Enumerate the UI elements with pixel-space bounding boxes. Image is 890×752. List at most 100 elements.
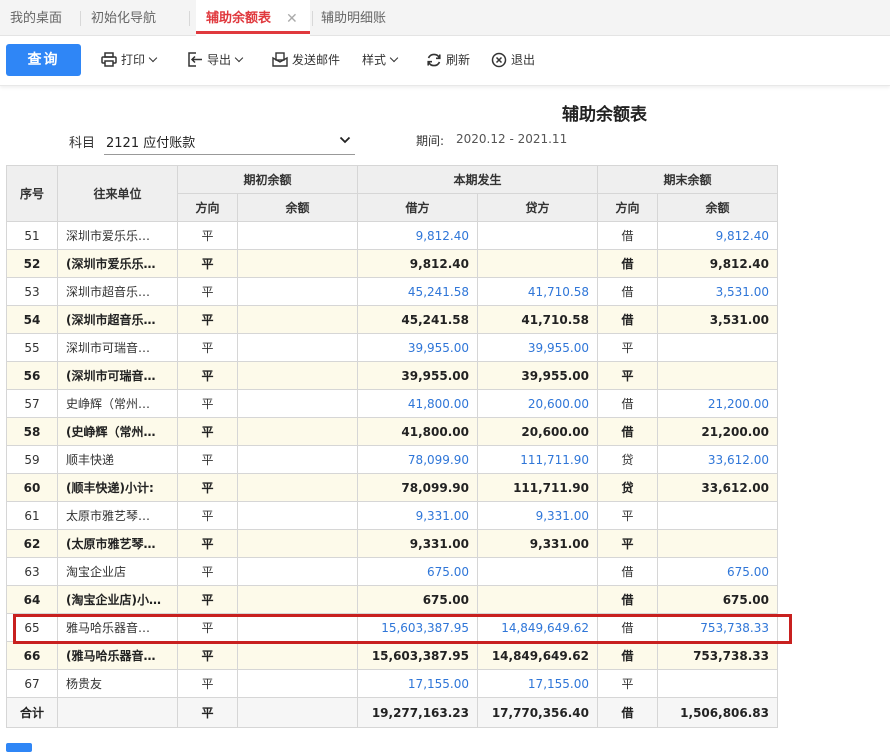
cell-opening-direction: 平 xyxy=(177,389,238,418)
cell-closing-direction: 贷 xyxy=(597,445,658,474)
header-closing-balance: 余额 xyxy=(657,193,778,222)
print-button[interactable]: 打印 xyxy=(101,36,158,86)
cell-opening-balance xyxy=(237,445,358,474)
header-seq: 序号 xyxy=(6,165,58,222)
subtotal-row[interactable]: 62 (太原市雅艺琴… 平 9,331.00 9,331.00 平 xyxy=(6,529,778,558)
cell-credit: 14,849,649.62 xyxy=(477,613,598,642)
subject-value: 2121 应付账款 xyxy=(106,136,196,151)
table-row[interactable]: 55 深圳市可瑞音… 平 39,955.00 39,955.00 平 xyxy=(6,333,778,362)
table-row[interactable]: 53 深圳市超音乐… 平 45,241.58 41,710.58 借 3,531.00 xyxy=(6,277,778,306)
cell-debit: 675.00 xyxy=(357,557,478,586)
balance-table: 序号 往来单位 期初余额 本期发生 期末余额 方向 余额 借方 贷方 方向 余额… xyxy=(6,165,778,728)
cell-unit: 顺丰快递 xyxy=(57,445,178,474)
cell-opening-direction: 平 xyxy=(177,249,238,278)
table-row[interactable]: 51 深圳市爱乐乐… 平 9,812.40 借 9,812.40 xyxy=(6,221,778,250)
header-unit: 往来单位 xyxy=(57,165,178,222)
cell-credit: 9,331.00 xyxy=(477,529,598,558)
cell-opening-balance xyxy=(237,249,358,278)
email-label: 发送邮件 xyxy=(292,53,341,67)
cell-unit: 雅马哈乐器音… xyxy=(57,613,178,642)
subject-label: 科目 xyxy=(69,136,96,151)
cell-opening-balance xyxy=(237,305,358,334)
cell-opening-direction: 平 xyxy=(177,669,238,698)
cell-opening-direction: 平 xyxy=(177,613,238,642)
cell-debit: 78,099.90 xyxy=(357,473,478,502)
cell-credit: 14,849,649.62 xyxy=(477,641,598,670)
cell-opening-balance xyxy=(237,389,358,418)
tab-aux-ledger[interactable]: 辅助明细账 xyxy=(321,0,386,35)
cell-debit: 41,800.00 xyxy=(357,389,478,418)
print-label: 打印 xyxy=(121,53,146,67)
cell-seq: 53 xyxy=(6,277,58,306)
close-icon[interactable]: ✕ xyxy=(286,0,298,38)
subtotal-row[interactable]: 64 (淘宝企业店)小… 平 675.00 借 675.00 xyxy=(6,585,778,614)
tab-aux-balance[interactable]: 辅助余额表 ✕ xyxy=(196,0,310,36)
subtotal-row[interactable]: 56 (深圳市可瑞音… 平 39,955.00 39,955.00 平 xyxy=(6,361,778,390)
cell-closing-direction: 借 xyxy=(597,417,658,446)
subject-select[interactable]: 2121 应付账款 xyxy=(104,128,355,155)
chevron-down-icon xyxy=(339,136,351,144)
send-email-button[interactable]: 发送邮件 xyxy=(272,36,340,86)
cell-closing-direction: 平 xyxy=(597,361,658,390)
table-row[interactable]: 61 太原市雅艺琴… 平 9,331.00 9,331.00 平 xyxy=(6,501,778,530)
table-body: 51 深圳市爱乐乐… 平 9,812.40 借 9,812.40 52 (深圳市爱乐乐… 平 9,… xyxy=(6,221,778,698)
cell-opening-balance xyxy=(237,613,358,642)
total-closing-balance: 1,506,806.83 xyxy=(657,697,778,728)
header-debit: 借方 xyxy=(357,193,478,222)
cell-closing-direction: 借 xyxy=(597,613,658,642)
cell-closing-balance: 3,531.00 xyxy=(657,277,778,306)
table-row[interactable]: 65 雅马哈乐器音… 平 15,603,387.95 14,849,649.62 借 753… xyxy=(6,613,778,642)
cell-opening-direction: 平 xyxy=(177,305,238,334)
subtotal-row[interactable]: 66 (雅马哈乐器音… 平 15,603,387.95 14,849,649.62 借 75… xyxy=(6,641,778,670)
cell-closing-direction: 平 xyxy=(597,501,658,530)
cell-debit: 17,155.00 xyxy=(357,669,478,698)
tab-init-guide[interactable]: 初始化导航 xyxy=(91,0,156,35)
cell-opening-balance xyxy=(237,501,358,530)
cell-unit: 太原市雅艺琴… xyxy=(57,501,178,530)
cell-closing-balance xyxy=(657,529,778,558)
cell-unit: (太原市雅艺琴… xyxy=(57,529,178,558)
cell-seq: 59 xyxy=(6,445,58,474)
cell-debit: 39,955.00 xyxy=(357,361,478,390)
subtotal-row[interactable]: 58 (史峥辉（常州… 平 41,800.00 20,600.00 借 21,200.00 xyxy=(6,417,778,446)
cell-credit: 20,600.00 xyxy=(477,389,598,418)
cell-closing-direction: 借 xyxy=(597,305,658,334)
table-row[interactable]: 59 顺丰快递平 78,099.90 111,711.90 贷 33,612.00 xyxy=(6,445,778,474)
cell-debit: 39,955.00 xyxy=(357,333,478,362)
cell-closing-balance: 753,738.33 xyxy=(657,613,778,642)
cell-unit: 史峥辉（常州… xyxy=(57,389,178,418)
cell-seq: 62 xyxy=(6,529,58,558)
exit-button[interactable]: 退出 xyxy=(491,36,535,86)
cell-opening-balance xyxy=(237,585,358,614)
subtotal-row[interactable]: 52 (深圳市爱乐乐… 平 9,812.40 借 9,812.40 xyxy=(6,249,778,278)
cell-seq: 60 xyxy=(6,473,58,502)
cell-unit: (雅马哈乐器音… xyxy=(57,641,178,670)
cell-opening-balance xyxy=(237,529,358,558)
refresh-button[interactable]: 刷新 xyxy=(426,36,470,86)
cell-credit: 20,600.00 xyxy=(477,417,598,446)
subtotal-row[interactable]: 54 (深圳市超音乐… 平 45,241.58 41,710.58 借 3,531.00 xyxy=(6,305,778,334)
tab-separator xyxy=(189,11,190,26)
cell-debit: 78,099.90 xyxy=(357,445,478,474)
cell-credit: 39,955.00 xyxy=(477,361,598,390)
query-button[interactable]: 查询 xyxy=(6,44,81,76)
table-row[interactable]: 57 史峥辉（常州… 平 41,800.00 20,600.00 借 21,200.00 xyxy=(6,389,778,418)
cell-debit: 41,800.00 xyxy=(357,417,478,446)
tab-my-desktop[interactable]: 我的桌面 xyxy=(10,0,62,35)
header-credit: 贷方 xyxy=(477,193,598,222)
style-button[interactable]: 样式 xyxy=(362,36,399,86)
export-button[interactable]: 导出 xyxy=(187,36,244,86)
cell-debit: 675.00 xyxy=(357,585,478,614)
cell-unit: 深圳市超音乐… xyxy=(57,277,178,306)
cell-unit: (淘宝企业店)小… xyxy=(57,585,178,614)
email-icon xyxy=(272,52,288,67)
cell-debit: 45,241.58 xyxy=(357,277,478,306)
cell-opening-direction: 平 xyxy=(177,333,238,362)
cell-opening-balance xyxy=(237,417,358,446)
table-row[interactable]: 67 杨贵友平 17,155.00 17,155.00 平 xyxy=(6,669,778,698)
bottom-button[interactable] xyxy=(6,743,32,752)
subtotal-row[interactable]: 60 (顺丰快递)小计: 平 78,099.90 111,711.90 贷 33,612.0… xyxy=(6,473,778,502)
toolbar: 查询 打印 导出 发送邮件 样式 刷新 退出 xyxy=(0,36,890,86)
table-row[interactable]: 63 淘宝企业店平 675.00 借 675.00 xyxy=(6,557,778,586)
refresh-label: 刷新 xyxy=(446,53,471,67)
